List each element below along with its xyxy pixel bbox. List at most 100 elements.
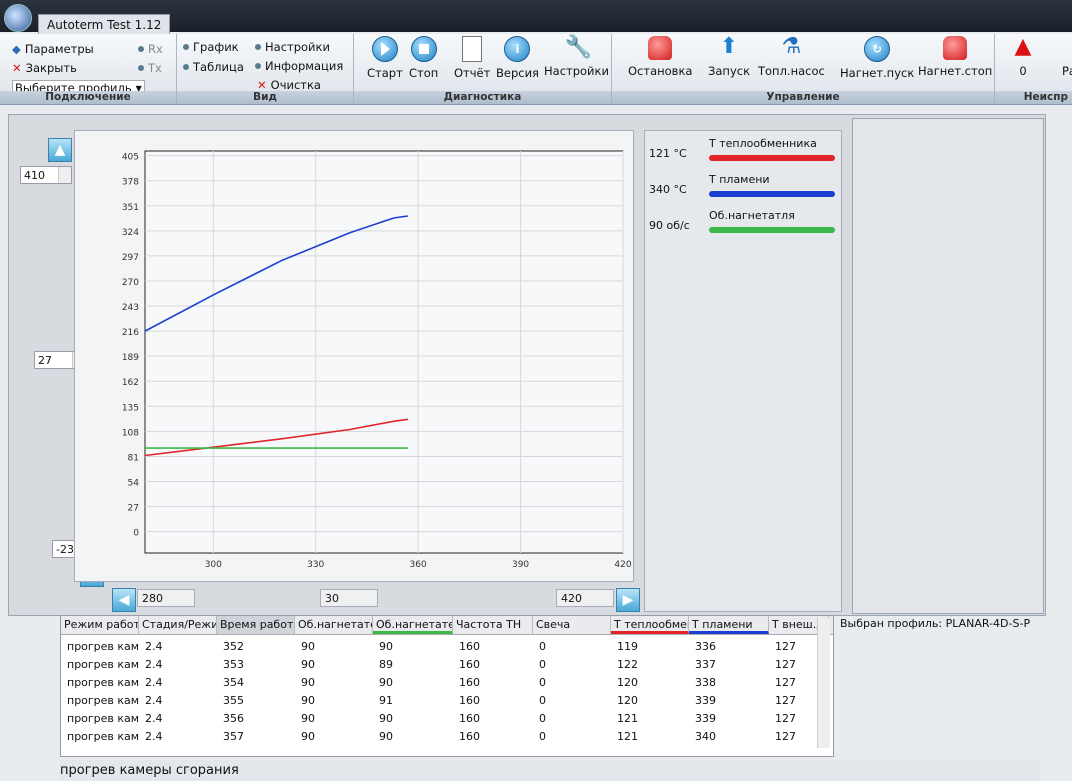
start-button[interactable]: Старт: [367, 36, 403, 80]
x-step-input[interactable]: 30: [320, 589, 378, 607]
table-row[interactable]: прогрев камеры2.435690901600121339127: [61, 710, 833, 728]
table-cell: 119: [617, 640, 638, 653]
table-row[interactable]: прогрев камеры2.435490901600120338127: [61, 674, 833, 692]
table-toggle[interactable]: Таблица: [183, 60, 244, 74]
settings-button[interactable]: 🔧 Настройки: [544, 35, 609, 79]
col-header[interactable]: Т пламени: [689, 616, 769, 634]
legend-name: Т теплообменника: [709, 137, 817, 150]
group-connection: ◆ Параметры ✕ Закрыть Выберите профиль ▼ Rx…: [0, 34, 177, 104]
col-header[interactable]: Время работы: [217, 616, 295, 634]
blower-start-button[interactable]: ↻ Нагнет.пуск: [840, 36, 914, 80]
settings-toggle[interactable]: Настройки: [255, 40, 330, 54]
y-tick-label: 378: [122, 178, 139, 188]
legend-value: 90 об/с: [649, 219, 690, 232]
status-bar: прогрев камеры сгорания: [60, 760, 1040, 781]
x-end-input[interactable]: 420: [556, 589, 614, 607]
table-cell: 122: [617, 658, 638, 671]
play-icon: [371, 36, 398, 62]
table-cell: 0: [539, 694, 546, 707]
arrow-up-icon: ▲: [54, 142, 66, 158]
col-header[interactable]: Т теплообменника: [611, 616, 689, 634]
col-header[interactable]: Об.нагнетателя: [373, 616, 453, 634]
y-tick-label: 81: [128, 453, 139, 463]
fuel-pump-button[interactable]: ⚗ Топл.насос: [758, 36, 825, 79]
chart-panel: 405 378 351 324 297 270 243 216 189 162 135 108 81 54…: [74, 130, 634, 582]
table-row[interactable]: прогрев камеры2.435290901600119336127: [61, 638, 833, 656]
arrow-left-icon: ◀: [118, 592, 130, 608]
close-button[interactable]: ✕ Закрыть: [12, 61, 77, 75]
table-cell: 2.4: [145, 640, 163, 653]
info-icon: i: [504, 36, 531, 62]
y-tick-label: 351: [122, 203, 139, 213]
table-cell: 90: [301, 658, 315, 671]
x-tick-label: 300: [205, 560, 222, 570]
table-cell: прогрев камеры: [67, 712, 139, 725]
x-tick-label: 420: [614, 560, 631, 570]
legend-panel: 121 °C Т теплообменника 340 °C Т пламени…: [644, 130, 842, 612]
group-label-control: Управление: [612, 91, 994, 104]
legend-swatch: [709, 155, 835, 161]
table-cell: 90: [301, 694, 315, 707]
warning-icon: ▲: [1014, 34, 1032, 59]
x-tick-label: 330: [307, 560, 324, 570]
table-cell: 339: [695, 694, 716, 707]
table-cell: 337: [695, 658, 716, 671]
x-start-input[interactable]: 280: [137, 589, 195, 607]
table-cell: 90: [301, 676, 315, 689]
table-cell: 339: [695, 712, 716, 725]
table-cell: 0: [539, 676, 546, 689]
table-row[interactable]: прогрев камеры2.435790901600121340127: [61, 728, 833, 746]
app-window: Autoterm Test 1.12 ◆ Параметры ✕ Закрыть В…: [0, 0, 1072, 781]
scroll-up-button[interactable]: ▲: [48, 138, 72, 162]
blower-stop-button[interactable]: Нагнет.стоп: [918, 36, 992, 78]
report-button[interactable]: Отчёт: [454, 36, 490, 80]
app-logo-icon[interactable]: [4, 4, 32, 32]
stop-button[interactable]: Стоп: [409, 36, 438, 80]
table-cell: 120: [617, 676, 638, 689]
launch-button[interactable]: ⬆ Запуск: [708, 36, 750, 79]
table-cell: 0: [539, 640, 546, 653]
params-button[interactable]: ◆ Параметры: [12, 42, 94, 56]
table-cell: 336: [695, 640, 716, 653]
version-button[interactable]: i Версия: [496, 36, 539, 80]
faults-button[interactable]: ▲ 0: [1011, 34, 1035, 79]
hand-stop-icon: [648, 36, 673, 60]
col-header[interactable]: Частота ТН: [453, 616, 533, 634]
col-header[interactable]: Стадия/Режим: [139, 616, 217, 634]
legend-value: 121 °C: [649, 147, 687, 160]
col-header[interactable]: Режим работы: [61, 616, 139, 634]
table-cell: 90: [301, 730, 315, 743]
table-cell: прогрев камеры: [67, 658, 139, 671]
data-table: Режим работы Стадия/Режим Время работы О…: [60, 615, 834, 757]
scroll-left-button[interactable]: ◀: [112, 588, 136, 612]
table-row[interactable]: прогрев камеры2.435390891600122337127: [61, 656, 833, 674]
table-cell: 90: [379, 640, 393, 653]
y-max-input[interactable]: 410: [20, 166, 72, 184]
table-cell: 357: [223, 730, 244, 743]
table-cell: прогрев камеры: [67, 676, 139, 689]
table-cell: 89: [379, 658, 393, 671]
legend-name: Т пламени: [709, 173, 770, 186]
halt-button[interactable]: Остановка: [628, 36, 692, 78]
wrench-icon: 🔧: [564, 35, 592, 60]
graph-toggle[interactable]: График: [183, 40, 239, 54]
table-cell: 90: [379, 712, 393, 725]
legend-name: Об.нагнетатля: [709, 209, 795, 222]
group-label-view: Вид: [177, 91, 353, 104]
table-cell: 353: [223, 658, 244, 671]
table-scrollbar[interactable]: [817, 618, 830, 748]
legend-swatch: [709, 191, 835, 197]
table-cell: 120: [617, 694, 638, 707]
table-header: Режим работы Стадия/Режим Время работы О…: [61, 616, 833, 635]
faults-extra-button[interactable]: Ра: [1057, 36, 1072, 78]
col-header[interactable]: Свеча: [533, 616, 611, 634]
scroll-right-button[interactable]: ▶: [616, 588, 640, 612]
clear-button[interactable]: ✕ Очистка: [257, 78, 321, 92]
y-tick-label: 270: [122, 278, 139, 288]
table-row[interactable]: прогрев камеры2.435590911600120339127: [61, 692, 833, 710]
table-cell: 340: [695, 730, 716, 743]
info-toggle[interactable]: Информация: [255, 59, 343, 73]
y-tick-label: 135: [122, 403, 139, 413]
rx-indicator: Rx: [138, 42, 163, 56]
col-header[interactable]: Об.нагнетателя: [295, 616, 373, 634]
